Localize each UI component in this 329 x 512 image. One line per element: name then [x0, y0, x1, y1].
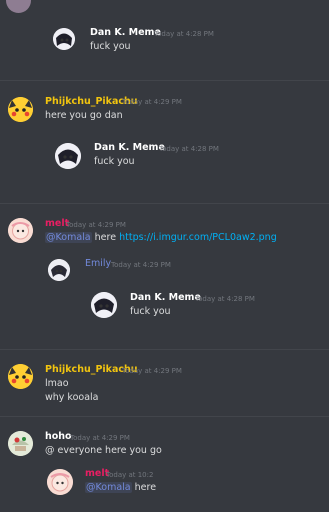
embed-avatar — [48, 259, 70, 281]
nested-embed-author[interactable]: Dan K. Meme — [130, 292, 201, 303]
embed-avatar — [53, 28, 75, 50]
mention[interactable]: @Komala — [85, 482, 132, 493]
embed-author[interactable]: Emily — [85, 258, 111, 269]
mention[interactable]: @Komala — [45, 232, 92, 243]
embed-timestamp: Today at 10:2 — [106, 471, 154, 479]
avatar[interactable] — [8, 364, 33, 389]
embed-author[interactable]: Dan K. Meme — [94, 142, 165, 153]
timestamp: Today at 4:29 PM — [122, 98, 182, 106]
divider — [0, 416, 329, 417]
embed-timestamp: Today at 4:28 PM — [154, 30, 214, 38]
embed-timestamp: Today at 4:28 PM — [159, 145, 219, 153]
embed-text: fuck you — [94, 156, 135, 167]
nested-embed-avatar — [91, 292, 117, 318]
avatar[interactable] — [8, 431, 33, 456]
embed-text: fuck you — [90, 41, 131, 52]
message-text: @Komala here https://i.imgur.com/PCL0aw2… — [45, 232, 277, 243]
message-text: why kooala — [45, 392, 99, 403]
message-text: here you go dan — [45, 110, 123, 121]
divider — [0, 80, 329, 81]
message-text: lmao — [45, 378, 69, 389]
embed-avatar — [55, 143, 81, 169]
divider — [0, 203, 329, 204]
message-text: @ everyone here you go — [45, 445, 162, 456]
avatar[interactable] — [6, 0, 31, 13]
message-text-fragment: here — [94, 232, 117, 243]
timestamp: Today at 4:29 PM — [70, 434, 130, 442]
embed-timestamp: Today at 4:29 PM — [111, 261, 171, 269]
avatar[interactable] — [8, 97, 33, 122]
embed-avatar — [47, 469, 73, 495]
message-text-fragment: here — [134, 482, 157, 493]
timestamp: Today at 4:29 PM — [66, 221, 126, 229]
embed-text: @Komala here — [85, 482, 156, 493]
avatar[interactable] — [8, 218, 33, 243]
divider — [0, 349, 329, 350]
message-link[interactable]: https://i.imgur.com/PCL0aw2.png — [119, 232, 277, 243]
timestamp: Today at 4:29 PM — [122, 367, 182, 375]
nested-embed-text: fuck you — [130, 306, 171, 317]
embed-author[interactable]: Dan K. Meme — [90, 27, 161, 38]
nested-embed-timestamp: Today at 4:28 PM — [195, 295, 255, 303]
author-name[interactable]: hoho — [45, 431, 72, 442]
